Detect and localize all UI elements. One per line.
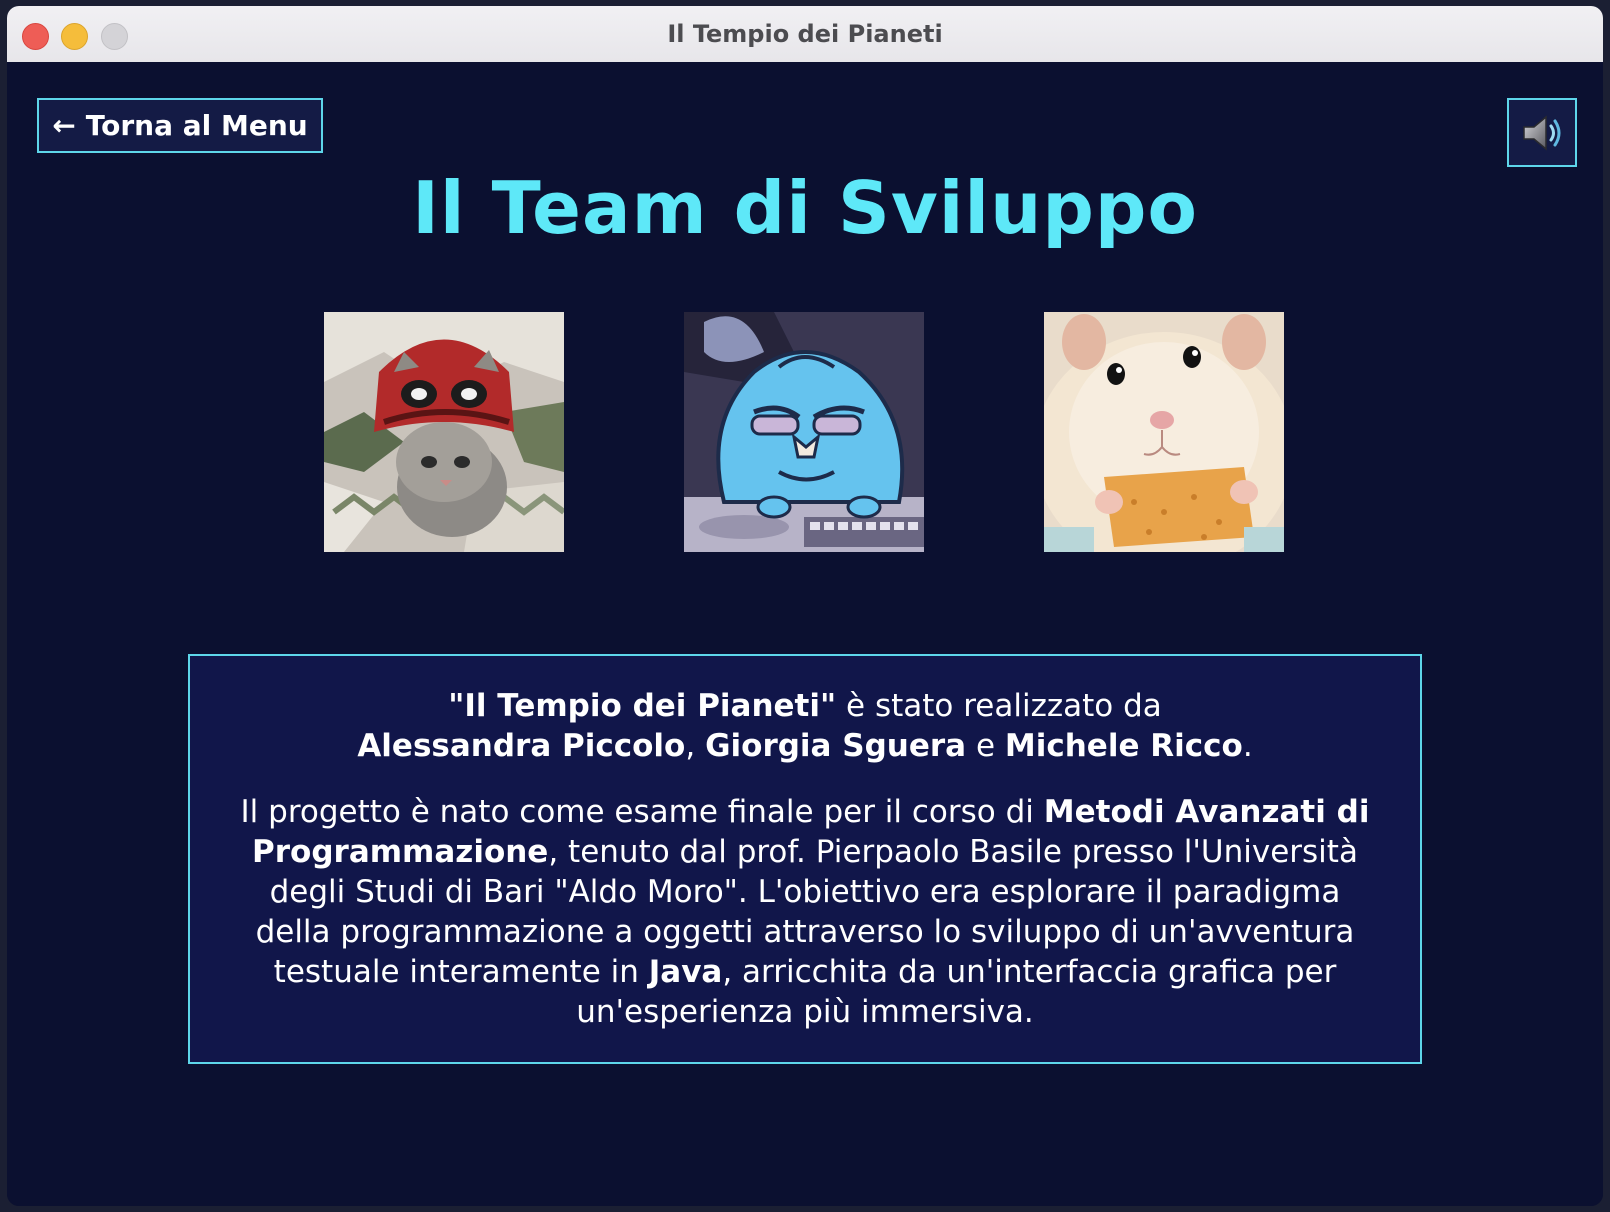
- separator-text: ,: [685, 728, 706, 764]
- author-name: Giorgia Sguera: [705, 728, 967, 764]
- app-window: Il Tempio dei Pianeti ← Torna al Menu Il…: [7, 6, 1603, 1206]
- back-button-label: Torna al Menu: [85, 109, 308, 142]
- separator-text: e: [966, 728, 1005, 764]
- description-text: Il progetto è nato come esame finale per…: [240, 794, 1044, 830]
- page-title: Il Team di Sviluppo: [412, 166, 1198, 250]
- game-title-text: "Il Tempio dei Pianeti": [448, 688, 837, 724]
- speaker-icon: [1523, 114, 1561, 151]
- author-name: Alessandra Piccolo: [357, 728, 686, 764]
- arrow-left-icon: ←: [52, 109, 76, 142]
- author-name: Michele Ricco: [1004, 728, 1243, 764]
- project-description-paragraph: Il progetto è nato come esame finale per…: [240, 792, 1370, 1032]
- credits-authors-paragraph: "Il Tempio dei Pianeti" è stato realizza…: [240, 686, 1370, 766]
- language-name: Java: [648, 954, 723, 990]
- sound-toggle-button[interactable]: [1507, 98, 1577, 167]
- title-bar: Il Tempio dei Pianeti: [7, 6, 1603, 63]
- window-title: Il Tempio dei Pianeti: [667, 20, 943, 48]
- made-by-text: è stato realizzato da: [836, 688, 1162, 724]
- credits-info-panel: "Il Tempio dei Pianeti" è stato realizza…: [188, 654, 1422, 1064]
- back-to-menu-button[interactable]: ← Torna al Menu: [37, 98, 323, 153]
- separator-text: .: [1242, 728, 1253, 764]
- team-photo-cartoon: [684, 312, 924, 552]
- team-photo-hamster: [1044, 312, 1284, 552]
- team-photo-kitten: [324, 312, 564, 552]
- credits-screen: ← Torna al Menu Il Team di Sviluppo "Il …: [7, 62, 1603, 1206]
